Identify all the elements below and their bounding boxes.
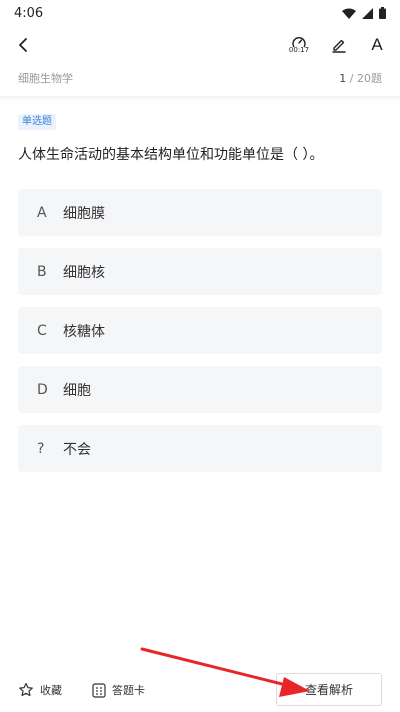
option-letter: A bbox=[37, 204, 47, 221]
option-text: 细胞 bbox=[63, 382, 91, 399]
note-button[interactable] bbox=[328, 34, 350, 56]
options-list: A 细胞膜 B 细胞核 C 核糖体 D 细胞 ? 不会 bbox=[18, 189, 382, 484]
pencil-icon bbox=[332, 39, 346, 53]
answer-card-label: 答题卡 bbox=[112, 684, 145, 697]
chevron-left-icon bbox=[19, 38, 27, 52]
option-d[interactable]: D 细胞 bbox=[18, 366, 382, 413]
timer-button[interactable]: 00:17 bbox=[286, 36, 312, 54]
option-text: 不会 bbox=[63, 441, 91, 458]
signal-icon bbox=[362, 7, 373, 19]
view-analysis-button[interactable]: 查看解析 bbox=[276, 673, 382, 706]
progress-total: / 20题 bbox=[346, 72, 382, 85]
status-time: 4:06 bbox=[14, 5, 44, 21]
answer-card-button[interactable]: 答题卡 bbox=[92, 682, 145, 698]
status-icons bbox=[342, 7, 386, 19]
option-letter: B bbox=[37, 263, 47, 280]
font-size-button[interactable]: A bbox=[366, 34, 388, 56]
option-c[interactable]: C 核糖体 bbox=[18, 307, 382, 354]
option-text: 细胞核 bbox=[63, 264, 105, 281]
star-icon bbox=[19, 682, 33, 697]
wifi-icon bbox=[342, 8, 356, 19]
option-dont-know[interactable]: ? 不会 bbox=[18, 425, 382, 472]
header-divider bbox=[0, 96, 400, 102]
favorite-button[interactable]: 收藏 bbox=[18, 682, 62, 698]
top-actions: 00:17 A bbox=[286, 34, 388, 56]
question-type-badge: 单选题 bbox=[18, 114, 56, 130]
subject-name: 细胞生物学 bbox=[18, 72, 73, 85]
option-text: 核糖体 bbox=[63, 323, 105, 340]
top-toolbar: 00:17 A bbox=[0, 26, 400, 64]
option-letter: ? bbox=[37, 440, 45, 457]
font-size-label: A bbox=[371, 35, 383, 54]
subject-bar: 细胞生物学 1 / 20题 bbox=[0, 64, 400, 92]
back-button[interactable] bbox=[12, 34, 34, 56]
question-progress: 1 / 20题 bbox=[339, 70, 382, 86]
option-a[interactable]: A 细胞膜 bbox=[18, 189, 382, 236]
option-text: 细胞膜 bbox=[63, 205, 105, 222]
timer-text: 00:17 bbox=[288, 46, 310, 54]
option-b[interactable]: B 细胞核 bbox=[18, 248, 382, 295]
status-bar: 4:06 bbox=[0, 0, 400, 26]
battery-icon bbox=[379, 7, 386, 19]
favorite-label: 收藏 bbox=[40, 684, 62, 697]
question-text: 人体生命活动的基本结构单位和功能单位是（ ）。 bbox=[18, 147, 324, 163]
option-letter: D bbox=[37, 381, 48, 398]
option-letter: C bbox=[37, 322, 47, 339]
answer-card-icon bbox=[92, 682, 106, 698]
